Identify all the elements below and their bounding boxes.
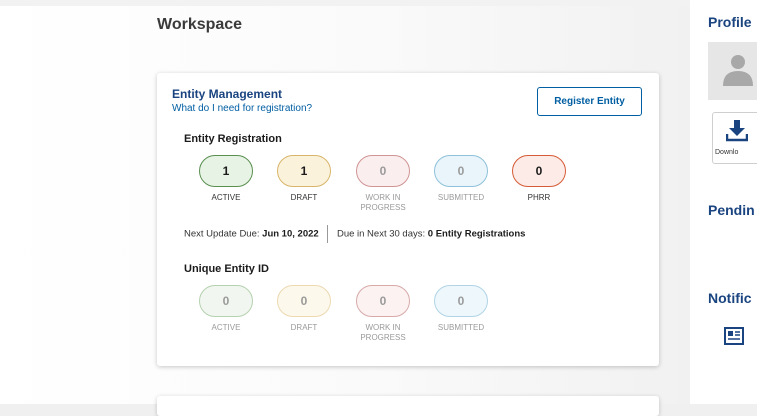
download-button[interactable]: Downlo xyxy=(712,112,757,164)
top-divider xyxy=(0,0,757,6)
card-title: Entity Management xyxy=(172,87,283,101)
pending-title: Pendin xyxy=(708,202,755,218)
registration-help-link[interactable]: What do I need for registration? xyxy=(172,103,312,114)
avatar-icon xyxy=(723,55,753,86)
status-count-submitted[interactable]: 0 xyxy=(434,155,488,187)
due-value: 0 Entity Registrations xyxy=(427,228,526,240)
uei-count-draft[interactable]: 0 xyxy=(277,285,331,317)
status-phrr: 0 PHRR xyxy=(504,155,574,203)
notifications-title: Notific xyxy=(708,290,752,306)
status-label: ACTIVE xyxy=(211,193,241,202)
status-submitted: 0 SUBMITTED xyxy=(426,155,496,203)
uei-count-work-in-progress[interactable]: 0 xyxy=(356,285,410,317)
uei-status-active: 0 ACTIVE xyxy=(191,285,261,333)
uei-count-submitted[interactable]: 0 xyxy=(434,285,488,317)
download-label: Downlo xyxy=(715,149,739,156)
register-entity-button[interactable]: Register Entity xyxy=(537,87,642,116)
main-content: Workspace Entity Management What do I ne… xyxy=(0,0,757,416)
status-label: SUBMITTED xyxy=(437,193,485,202)
uei-status-draft: 0 DRAFT xyxy=(269,285,339,333)
status-label: WORK IN PROGRESS xyxy=(360,323,406,342)
status-active: 1 ACTIVE xyxy=(191,155,261,203)
uei-status-submitted: 0 SUBMITTED xyxy=(426,285,496,333)
entity-registration-title: Entity Registration xyxy=(184,133,282,145)
status-count-work-in-progress[interactable]: 0 xyxy=(356,155,410,187)
entity-management-card: Entity Management What do I need for reg… xyxy=(157,73,659,366)
secondary-card xyxy=(157,396,659,416)
status-label: DRAFT xyxy=(290,323,318,332)
right-sidebar: Profile Downlo Pendin Notific xyxy=(690,0,757,404)
status-label: WORK IN PROGRESS xyxy=(360,193,406,212)
next-update-label: Next Update Due: xyxy=(184,228,260,240)
status-label: ACTIVE xyxy=(211,323,241,332)
divider xyxy=(327,225,329,243)
next-update-row: Next Update Due: Jun 10, 2022 Due in Nex… xyxy=(184,225,525,243)
newspaper-icon[interactable] xyxy=(724,327,744,345)
next-update-date: Jun 10, 2022 xyxy=(262,228,319,240)
status-draft: 1 DRAFT xyxy=(269,155,339,203)
status-count-draft[interactable]: 1 xyxy=(277,155,331,187)
uei-status-work-in-progress: 0 WORK IN PROGRESS xyxy=(348,285,418,343)
status-label: SUBMITTED xyxy=(437,323,485,332)
avatar[interactable] xyxy=(708,42,757,100)
profile-title: Profile xyxy=(708,14,752,30)
status-count-phrr[interactable]: 0 xyxy=(512,155,566,187)
status-label: PHRR xyxy=(527,193,551,202)
unique-entity-id-title: Unique Entity ID xyxy=(184,263,269,275)
status-work-in-progress: 0 WORK IN PROGRESS xyxy=(348,155,418,213)
status-count-active[interactable]: 1 xyxy=(199,155,253,187)
status-label: DRAFT xyxy=(290,193,318,202)
uei-count-active[interactable]: 0 xyxy=(199,285,253,317)
download-icon xyxy=(726,120,748,142)
workspace-title: Workspace xyxy=(157,16,243,33)
due-label: Due in Next 30 days: xyxy=(336,228,426,240)
